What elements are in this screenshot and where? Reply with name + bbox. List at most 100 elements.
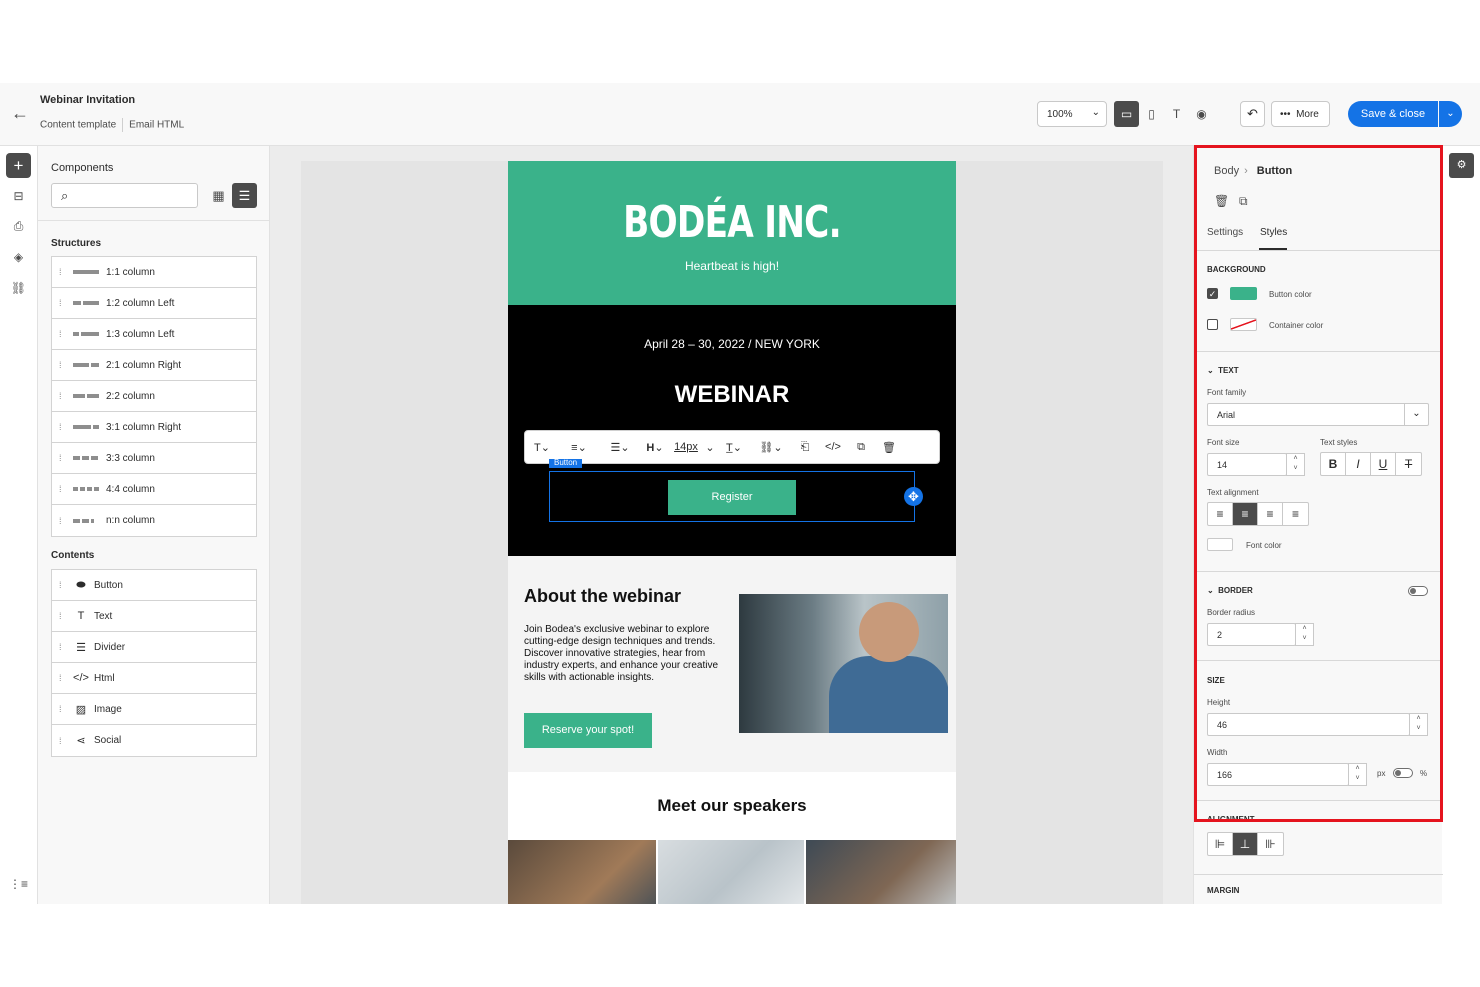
- duplicate-icon[interactable]: ⧉: [847, 441, 875, 454]
- speaker-photo[interactable]: [508, 840, 656, 904]
- container-color-swatch[interactable]: [1230, 318, 1257, 331]
- navigation-tree-icon[interactable]: ⋮≡: [6, 871, 31, 896]
- assets-icon[interactable]: ⎙: [6, 214, 31, 239]
- save-options-chevron-icon[interactable]: ⌄: [1439, 101, 1462, 127]
- border-section-toggle[interactable]: ⌄ BORDER: [1207, 586, 1253, 595]
- align-center-icon[interactable]: ≡: [1233, 503, 1258, 525]
- bold-icon[interactable]: B: [1321, 453, 1346, 475]
- align-justify-icon[interactable]: ≡: [1283, 503, 1308, 525]
- desktop-view-icon[interactable]: ▭: [1114, 101, 1139, 127]
- align-right-icon[interactable]: ⊪: [1258, 833, 1283, 855]
- back-arrow-icon[interactable]: ←: [10, 103, 30, 123]
- border-radius-input[interactable]: 2: [1207, 623, 1296, 646]
- border-heading: BORDER: [1218, 586, 1253, 595]
- border-radius-stepper[interactable]: ˄ ˅: [1295, 623, 1314, 646]
- structure-item[interactable]: ⁞ n:n column: [52, 505, 256, 536]
- reserve-button[interactable]: Reserve your spot!: [524, 713, 652, 748]
- font-color-swatch[interactable]: [1207, 538, 1233, 551]
- text-styles-group: B I U T: [1320, 452, 1422, 476]
- structure-item[interactable]: ⁞ 3:3 column: [52, 443, 256, 474]
- layers-icon[interactable]: ◈: [6, 244, 31, 269]
- heading-menu[interactable]: H⌄: [641, 441, 669, 454]
- register-button[interactable]: Register: [668, 480, 796, 515]
- speakers-section[interactable]: Meet our speakers: [508, 772, 956, 842]
- drag-handle-icon: ⁞: [59, 329, 62, 339]
- list-view-icon[interactable]: ☰: [232, 183, 257, 208]
- container-color-label: Container color: [1269, 321, 1324, 330]
- unit-toggle[interactable]: [1393, 768, 1413, 778]
- text-format-icon[interactable]: T⌄: [525, 441, 559, 454]
- structure-item[interactable]: ⁞ 4:4 column: [52, 474, 256, 505]
- code-icon[interactable]: </>: [819, 441, 847, 453]
- add-components-icon[interactable]: +: [6, 153, 31, 178]
- event-date: April 28 – 30, 2022 / NEW YORK: [644, 337, 820, 351]
- height-stepper[interactable]: ˄ ˅: [1409, 713, 1428, 736]
- height-input[interactable]: 46: [1207, 713, 1410, 736]
- more-button[interactable]: ••• More: [1271, 101, 1330, 127]
- speaker-photo[interactable]: [658, 840, 804, 904]
- structure-item[interactable]: ⁞ 3:1 column Right: [52, 412, 256, 443]
- hero-section[interactable]: BODÉA INC. Heartbeat is high!: [508, 161, 956, 305]
- italic-icon[interactable]: I: [1346, 453, 1371, 475]
- width-input[interactable]: 166: [1207, 763, 1349, 786]
- underline-icon[interactable]: U: [1371, 453, 1396, 475]
- delete-icon[interactable]: 🗑: [875, 441, 903, 454]
- structure-item[interactable]: ⁞ 2:2 column: [52, 381, 256, 412]
- event-section[interactable]: April 28 – 30, 2022 / NEW YORK WEBINAR T…: [508, 305, 956, 556]
- text-color-icon[interactable]: T̲⌄: [717, 441, 751, 454]
- font-size-stepper[interactable]: ˄ ˅: [1286, 453, 1305, 476]
- strikethrough-icon[interactable]: T: [1396, 453, 1421, 475]
- content-item-image[interactable]: ⁞ ▨ Image: [52, 694, 256, 725]
- presenter-photo[interactable]: [739, 594, 948, 733]
- content-item-button[interactable]: ⁞ ⬬ Button: [52, 570, 256, 601]
- components-search-input[interactable]: ⌕: [51, 183, 198, 208]
- undo-icon[interactable]: ↶: [1240, 101, 1265, 127]
- align-menu-icon[interactable]: ≡⌄: [559, 441, 599, 454]
- content-item-text[interactable]: ⁞ T Text: [52, 601, 256, 632]
- font-family-select[interactable]: Arial ⌄: [1207, 403, 1429, 426]
- button-color-checkbox[interactable]: ✓: [1207, 288, 1218, 299]
- speaker-photo[interactable]: [806, 840, 956, 904]
- preview-eye-icon[interactable]: ◉: [1189, 101, 1214, 127]
- structure-item[interactable]: ⁞ 2:1 column Right: [52, 350, 256, 381]
- panel-settings-icon[interactable]: ⚙: [1449, 153, 1474, 178]
- save-close-button[interactable]: Save & close: [1348, 101, 1438, 127]
- delete-icon[interactable]: 🗑: [1214, 194, 1229, 208]
- content-item-html[interactable]: ⁞ </> Html: [52, 663, 256, 694]
- structure-item[interactable]: ⁞ 1:2 column Left: [52, 288, 256, 319]
- container-color-checkbox[interactable]: [1207, 319, 1218, 330]
- move-handle-icon[interactable]: ✥: [904, 487, 923, 506]
- align-right-icon[interactable]: ≡: [1258, 503, 1283, 525]
- structure-item[interactable]: ⁞ 1:3 column Left: [52, 319, 256, 350]
- text-section-toggle[interactable]: ⌄ TEXT: [1207, 366, 1239, 375]
- content-item-social[interactable]: ⁞ ⋖ Social: [52, 725, 256, 756]
- font-size-input[interactable]: 14: [1207, 453, 1287, 476]
- breadcrumb-parent[interactable]: Body: [1214, 165, 1239, 177]
- fragments-icon[interactable]: ⊟: [6, 183, 31, 208]
- drag-handle-icon: ⁞: [59, 515, 62, 526]
- grid-view-icon[interactable]: ▦: [206, 183, 231, 208]
- align-left-icon[interactable]: ≡: [1208, 503, 1233, 525]
- align-left-icon[interactable]: ⊫: [1208, 833, 1233, 855]
- list-menu-icon[interactable]: ☰⌄: [599, 441, 641, 454]
- border-toggle[interactable]: [1408, 586, 1428, 596]
- text-view-icon[interactable]: T: [1164, 101, 1189, 127]
- font-size-menu[interactable]: 14px: [669, 441, 703, 453]
- width-stepper[interactable]: ˄ ˅: [1348, 763, 1367, 786]
- tab-styles[interactable]: Styles: [1260, 227, 1287, 238]
- chevron-down-icon[interactable]: ⌄: [703, 441, 717, 454]
- button-alignment-group: ⊫ ⊥ ⊪: [1207, 832, 1284, 856]
- links-icon[interactable]: ⛓: [6, 275, 31, 300]
- content-item-divider[interactable]: ⁞ ☰ Divider: [52, 632, 256, 663]
- align-center-icon[interactable]: ⊥: [1233, 833, 1258, 855]
- structure-item[interactable]: ⁞ 1:1 column: [52, 257, 256, 288]
- zoom-select[interactable]: 100% ⌄: [1037, 101, 1107, 127]
- image-icon: ▨: [75, 703, 87, 716]
- mobile-view-icon[interactable]: ▯: [1139, 101, 1164, 127]
- tab-settings[interactable]: Settings: [1207, 227, 1243, 238]
- about-section[interactable]: About the webinar Join Bodea's exclusive…: [508, 556, 956, 772]
- insert-image-icon[interactable]: ⎗: [791, 441, 819, 454]
- link-icon[interactable]: ⛓⌄: [751, 441, 791, 454]
- duplicate-icon[interactable]: ⧉: [1239, 194, 1248, 209]
- button-color-swatch[interactable]: [1230, 287, 1257, 300]
